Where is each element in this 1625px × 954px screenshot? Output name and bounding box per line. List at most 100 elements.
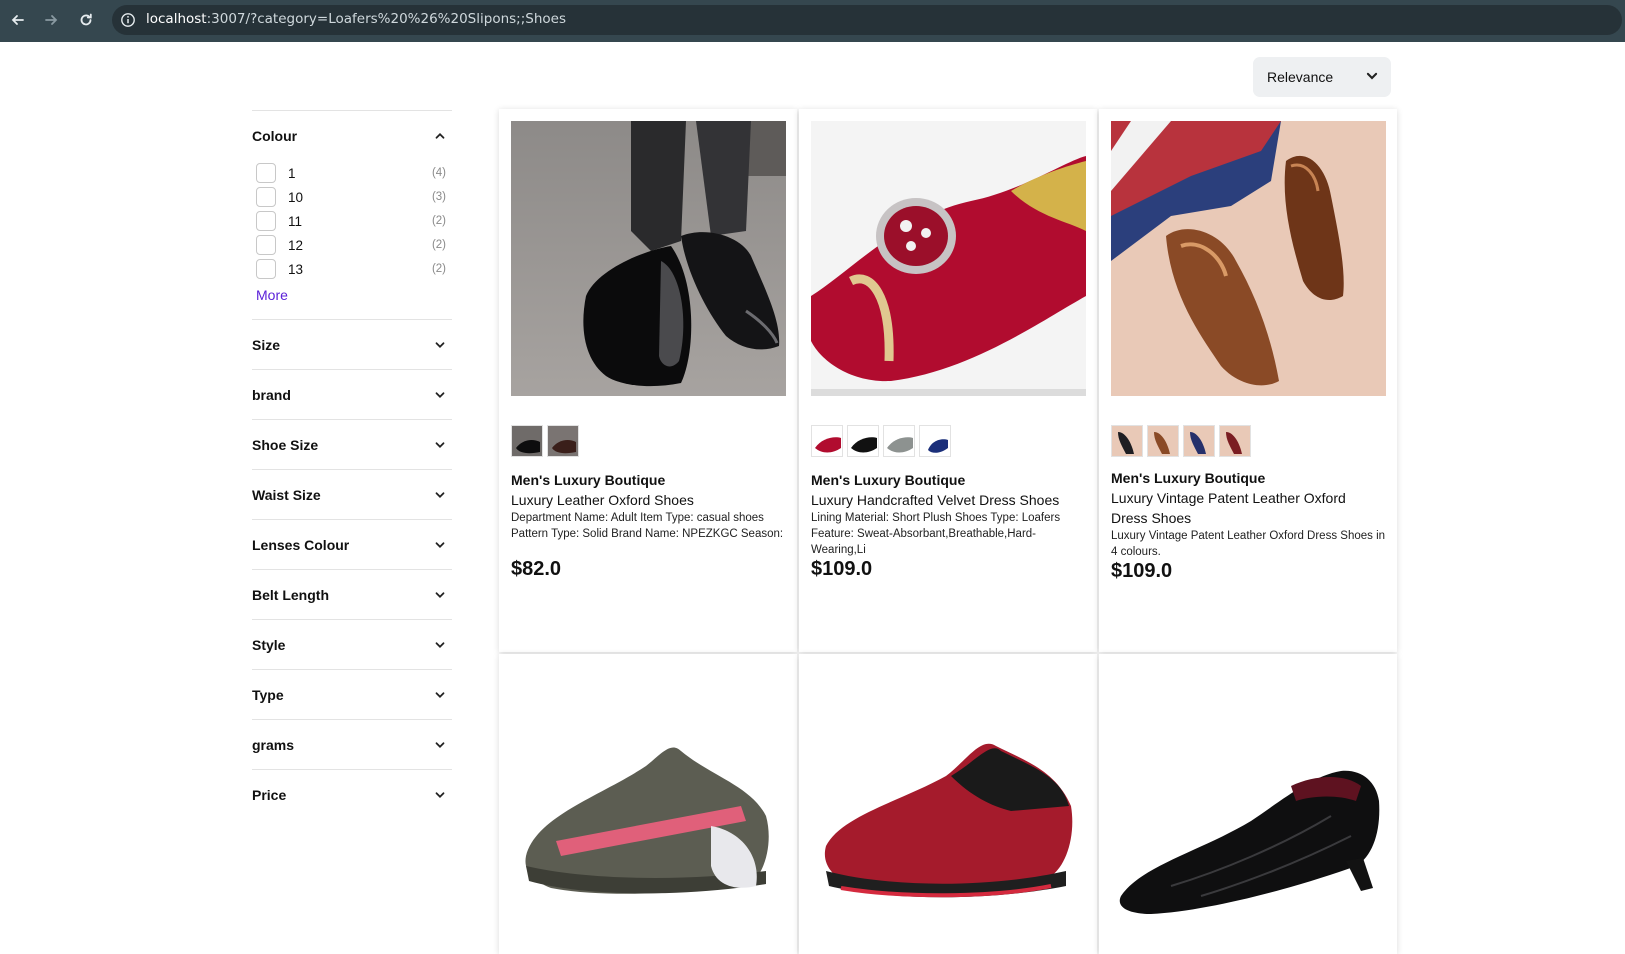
filter-header[interactable]: Type [252, 670, 452, 719]
filter-size: Size [252, 319, 452, 369]
sort-select[interactable]: Relevance [1253, 57, 1391, 97]
colour-swatch[interactable] [547, 425, 579, 457]
product-card[interactable]: Men's Luxury Boutique Luxury Vintage Pat… [1099, 109, 1397, 652]
colour-swatch[interactable] [883, 425, 915, 457]
chevron-down-icon [435, 441, 445, 448]
colour-option[interactable]: 10 (3) [252, 185, 452, 209]
product-image[interactable] [1111, 121, 1386, 396]
colour-option[interactable]: 11 (2) [252, 209, 452, 233]
checkbox[interactable] [256, 163, 276, 183]
sort-selected-value: Relevance [1267, 69, 1334, 85]
shoe-photo [511, 666, 786, 941]
checkbox[interactable] [256, 235, 276, 255]
checkbox[interactable] [256, 211, 276, 231]
product-card[interactable] [1099, 654, 1397, 954]
colour-swatch[interactable] [1183, 425, 1215, 457]
shoe-thumb [1148, 426, 1178, 456]
filter-header[interactable]: Shoe Size [252, 420, 452, 469]
reload-button[interactable] [76, 10, 96, 30]
colour-swatch[interactable] [1147, 425, 1179, 457]
colour-swatch[interactable] [847, 425, 879, 457]
product-title[interactable]: Luxury Vintage Patent Leather Oxford Dre… [1111, 488, 1386, 528]
product-brand: Men's Luxury Boutique [511, 472, 666, 488]
product-image[interactable] [811, 121, 1086, 396]
checkbox[interactable] [256, 187, 276, 207]
product-image[interactable] [511, 121, 786, 396]
filter-title: Lenses Colour [252, 536, 350, 553]
filter-type: Type [252, 669, 452, 719]
colour-option[interactable]: 1 (4) [252, 161, 452, 185]
filter-title: grams [252, 736, 295, 753]
filter-title: Shoe Size [252, 436, 319, 453]
colour-swatch[interactable] [511, 425, 543, 457]
filter-grams: grams [252, 719, 452, 769]
product-card[interactable]: Men's Luxury Boutique Luxury Handcrafted… [799, 109, 1097, 652]
filter-header[interactable]: grams [252, 720, 452, 769]
filter-belt-length: Belt Length [252, 569, 452, 619]
colour-swatch[interactable] [811, 425, 843, 457]
product-title[interactable]: Luxury Handcrafted Velvet Dress Shoes [811, 490, 1086, 510]
checkbox[interactable] [256, 259, 276, 279]
url-host: localhost [146, 11, 207, 27]
filter-header[interactable]: Lenses Colour [252, 520, 452, 569]
filter-header[interactable]: Style [252, 620, 452, 669]
filter-title: Price [252, 786, 287, 803]
product-card[interactable] [499, 654, 797, 954]
colour-option[interactable]: 12 (2) [252, 233, 452, 257]
colour-swatch[interactable] [919, 425, 951, 457]
shoe-photo [1111, 666, 1386, 941]
shoe-thumb [884, 426, 914, 456]
product-image[interactable] [1111, 666, 1386, 941]
product-image[interactable] [511, 666, 786, 941]
filter-price: Price [252, 769, 452, 819]
filter-header[interactable]: brand [252, 370, 452, 419]
address-bar[interactable]: localhost:3007/?category=Loafers%20%26%2… [112, 5, 1622, 35]
chevron-down-icon [435, 741, 445, 748]
back-button[interactable] [8, 10, 28, 30]
filter-title: Style [252, 636, 286, 653]
arrow-right-icon [45, 15, 58, 25]
filter-lenses-colour: Lenses Colour [252, 519, 452, 569]
product-description: Luxury Vintage Patent Leather Oxford Dre… [1111, 530, 1386, 558]
product-image[interactable] [811, 666, 1086, 941]
chevron-down-icon [435, 791, 445, 798]
shoe-thumb [1220, 426, 1250, 456]
shoe-thumb [812, 426, 842, 456]
product-title[interactable]: Luxury Leather Oxford Shoes [511, 490, 786, 510]
forward-button[interactable] [41, 10, 61, 30]
product-description: Department Name: Adult Item Type: casual… [511, 512, 784, 540]
chevron-down-icon [1366, 72, 1378, 80]
filter-header[interactable]: Waist Size [252, 470, 452, 519]
product-card[interactable] [799, 654, 1097, 954]
filter-header[interactable]: Size [252, 320, 452, 369]
colour-swatch[interactable] [1219, 425, 1251, 457]
shoe-thumb [848, 426, 878, 456]
colour-swatches [1111, 425, 1251, 457]
reload-icon [80, 13, 92, 26]
product-price: $109.0 [811, 558, 873, 580]
filter-title: Size [252, 336, 281, 353]
colour-swatch[interactable] [1111, 425, 1143, 457]
product-brand: Men's Luxury Boutique [1111, 470, 1266, 486]
filter-header[interactable]: Price [252, 770, 452, 819]
option-label: 12 [288, 237, 304, 253]
filter-title: Waist Size [252, 486, 321, 503]
more-link[interactable]: More [256, 287, 288, 303]
filter-sidebar: Colour 1 (4) 10 (3) 11 (2) 12 (2) 13 (2) More… [252, 110, 452, 819]
option-count: (2) [431, 239, 446, 251]
product-price: $82.0 [511, 558, 562, 580]
shoe-photo [1111, 121, 1386, 396]
colour-swatches [511, 425, 579, 457]
filter-colour-header[interactable]: Colour [252, 111, 452, 161]
filter-header[interactable]: Belt Length [252, 570, 452, 619]
shoe-photo [811, 121, 1086, 396]
option-count: (2) [431, 215, 446, 227]
product-card[interactable]: Men's Luxury Boutique Luxury Leather Oxf… [499, 109, 797, 652]
info-icon[interactable] [120, 12, 136, 28]
product-price: $109.0 [1111, 560, 1173, 582]
colour-option[interactable]: 13 (2) [252, 257, 452, 281]
filter-title: Colour [252, 128, 298, 144]
shoe-thumb [920, 426, 950, 456]
filter-shoe-size: Shoe Size [252, 419, 452, 469]
filter-title: Type [252, 686, 284, 703]
